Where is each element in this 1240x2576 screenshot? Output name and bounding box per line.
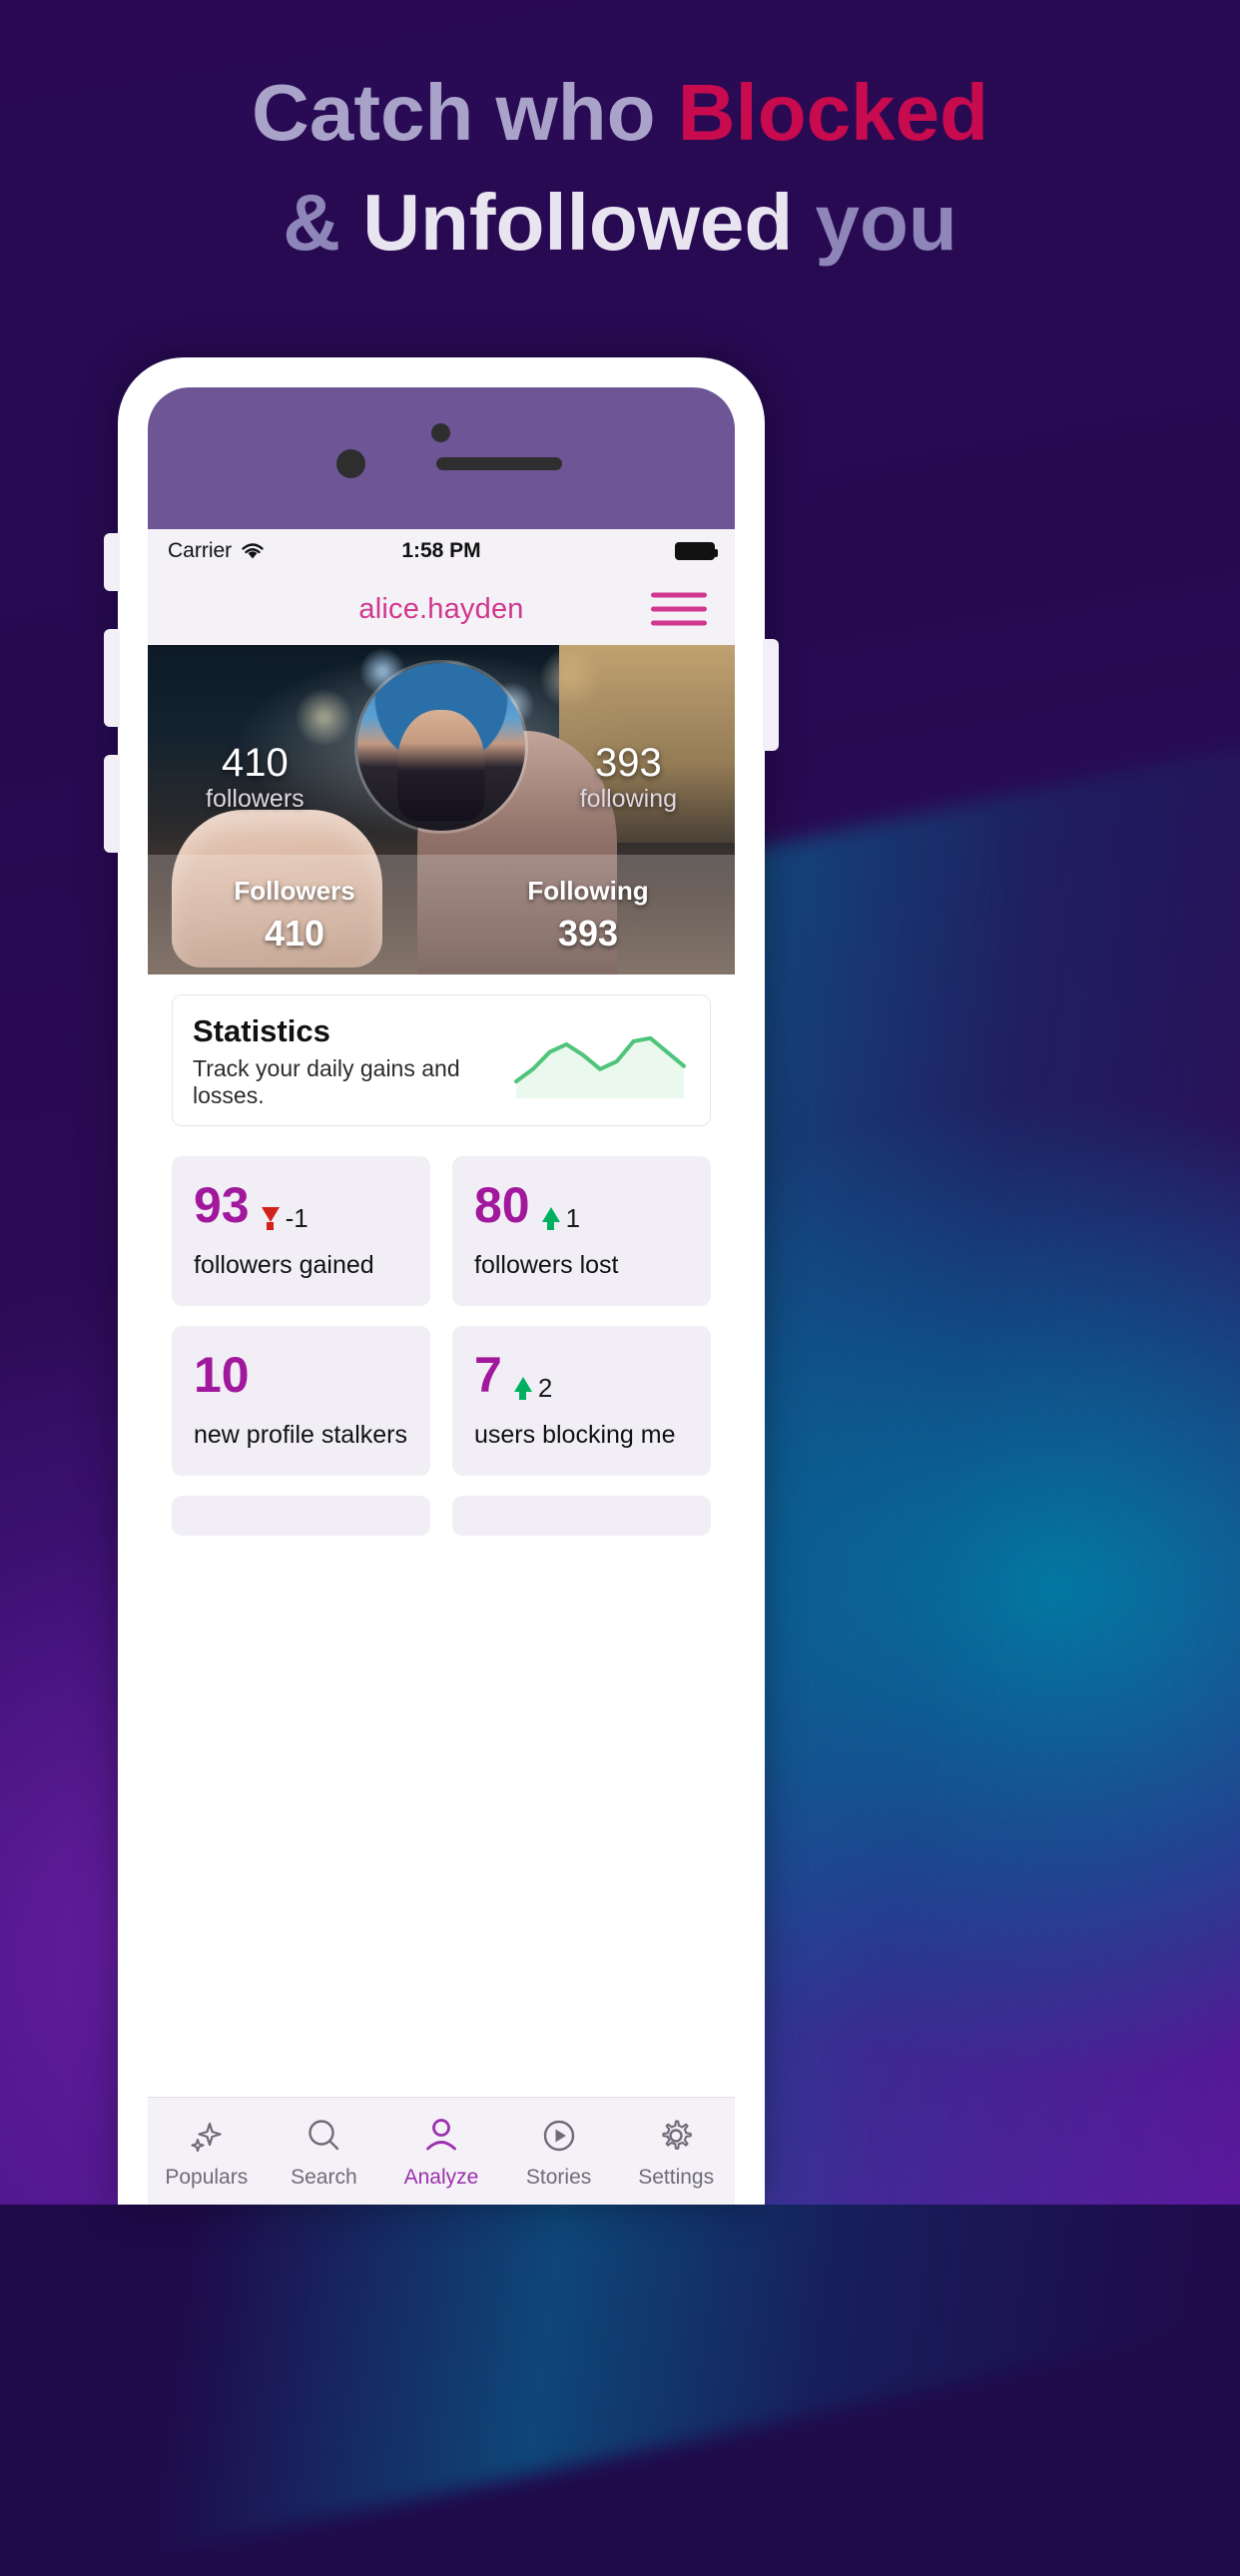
- headline-text-unfollowed: Unfollowed: [362, 177, 794, 267]
- hero-followers-stat[interactable]: 410 followers: [206, 741, 305, 814]
- stat-value: 80: [474, 1177, 530, 1233]
- phone-mockup: Carrier 1:58 PM alice.hayden 410 followe…: [104, 357, 779, 2205]
- headline-text-you: you: [793, 177, 957, 267]
- hamburger-line: [651, 606, 707, 612]
- hero-followers-count: 410: [221, 741, 289, 785]
- arrow-up-icon: [513, 1377, 532, 1400]
- tab-stories[interactable]: Stories: [500, 2098, 618, 2205]
- tab-label: Stories: [525, 2165, 592, 2189]
- battery-full-icon: [675, 542, 718, 560]
- sparkles-icon: [186, 2114, 228, 2158]
- hero-followers-label: followers: [206, 785, 305, 813]
- status-bar-left: Carrier: [168, 539, 266, 563]
- hero-following-stat[interactable]: 393 following: [580, 741, 677, 814]
- earpiece-speaker: [436, 457, 562, 470]
- stat-card-partial-right[interactable]: [452, 1496, 711, 1536]
- analyze-content: Statistics Track your daily gains and lo…: [148, 974, 735, 2205]
- status-bar: Carrier 1:58 PM: [148, 529, 735, 573]
- headline-text-blocked: Blocked: [677, 68, 988, 157]
- stat-card-top: 80 1: [474, 1180, 689, 1234]
- bottom-tab-bar: Populars Search Analyze Stories Settings: [148, 2097, 735, 2205]
- arrow-down-icon: [261, 1207, 280, 1230]
- phone-volume-down-button[interactable]: [104, 755, 120, 853]
- gear-icon: [655, 2114, 697, 2158]
- stat-label: followers gained: [194, 1251, 374, 1279]
- proximity-sensor-icon: [336, 449, 365, 478]
- tab-populars[interactable]: Populars: [148, 2098, 266, 2205]
- person-icon: [420, 2114, 462, 2158]
- stat-label: new profile stalkers: [194, 1421, 407, 1449]
- statistics-sparkline-chart: [514, 1035, 686, 1098]
- stat-delta-value: -1: [285, 1203, 309, 1233]
- phone-power-button[interactable]: [763, 639, 779, 751]
- phone-volume-up-button[interactable]: [104, 629, 120, 727]
- promo-headline: Catch who Blocked & Unfollowed you: [0, 72, 1240, 263]
- stat-label: users blocking me: [474, 1421, 676, 1449]
- stat-card-users-blocking-me[interactable]: 7 2 users blocking me: [452, 1326, 711, 1476]
- profile-avatar[interactable]: [357, 663, 525, 831]
- hero-summary-following-title: Following: [527, 875, 649, 906]
- hamburger-line: [651, 592, 707, 598]
- stat-card-partial-left[interactable]: [172, 1496, 430, 1536]
- stat-value: 93: [194, 1177, 250, 1233]
- stat-card-top: 10: [194, 1350, 408, 1400]
- stat-card-followers-gained[interactable]: 93 -1 followers gained: [172, 1156, 430, 1306]
- tab-label: Settings: [638, 2165, 715, 2189]
- app-screen: Carrier 1:58 PM alice.hayden 410 followe…: [148, 529, 735, 2205]
- stat-value: 7: [474, 1347, 502, 1403]
- hero-summary-followers-title: Followers: [234, 875, 355, 906]
- headline-line-2: & Unfollowed you: [0, 181, 1240, 264]
- tab-analyze[interactable]: Analyze: [382, 2098, 500, 2205]
- profile-hero-banner: 410 followers 393 following Followers 41…: [148, 645, 735, 974]
- arrow-up-icon: [541, 1207, 560, 1230]
- hero-following-count: 393: [594, 741, 662, 785]
- tab-label: Populars: [165, 2165, 249, 2189]
- account-username[interactable]: alice.hayden: [358, 593, 523, 626]
- statistics-card-text: Statistics Track your daily gains and lo…: [193, 1013, 510, 1109]
- stat-delta: 2: [513, 1373, 553, 1404]
- hero-summary-followers[interactable]: Followers 410: [148, 855, 441, 974]
- stat-card-top: 7 2: [474, 1350, 689, 1404]
- phone-bezel: Carrier 1:58 PM alice.hayden 410 followe…: [148, 387, 735, 2205]
- hamburger-menu-icon[interactable]: [651, 592, 707, 626]
- stats-grid: 93 -1 followers gained 80 1 followers lo…: [172, 1156, 711, 1536]
- hero-summary-following[interactable]: Following 393: [441, 855, 735, 974]
- stat-delta: -1: [261, 1203, 309, 1234]
- stat-label: followers lost: [474, 1251, 619, 1279]
- tab-label: Search: [291, 2165, 357, 2189]
- statistics-subtitle: Track your daily gains and losses.: [193, 1055, 460, 1108]
- hero-summary-following-value: 393: [557, 912, 619, 954]
- wifi-icon: [242, 543, 264, 559]
- hamburger-line: [651, 620, 707, 626]
- hero-summary-bar: Followers 410 Following 393: [148, 855, 735, 974]
- stat-delta-value: 2: [537, 1373, 553, 1403]
- stat-card-new-profile-stalkers[interactable]: 10 new profile stalkers: [172, 1326, 430, 1476]
- app-navigation-bar: alice.hayden: [148, 573, 735, 645]
- stat-delta-value: 1: [565, 1203, 581, 1233]
- statistics-title: Statistics: [193, 1013, 330, 1048]
- tab-settings[interactable]: Settings: [617, 2098, 735, 2205]
- tab-label: Analyze: [403, 2165, 479, 2189]
- headline-line-1: Catch who Blocked: [0, 72, 1240, 154]
- phone-mute-switch[interactable]: [104, 533, 120, 591]
- headline-text-ampersand: &: [283, 177, 363, 267]
- status-bar-right: [675, 542, 718, 560]
- headline-text-catch-who: Catch who: [252, 68, 678, 157]
- hero-summary-followers-value: 410: [264, 912, 325, 954]
- statistics-card[interactable]: Statistics Track your daily gains and lo…: [172, 994, 711, 1126]
- hero-following-label: following: [579, 785, 677, 813]
- play-circle-icon: [538, 2114, 580, 2158]
- search-icon: [303, 2114, 344, 2158]
- tab-search[interactable]: Search: [266, 2098, 383, 2205]
- carrier-label: Carrier: [168, 539, 233, 562]
- stat-value: 10: [194, 1347, 250, 1403]
- stat-delta: 1: [541, 1203, 581, 1234]
- front-camera-icon: [431, 423, 450, 442]
- stat-card-followers-lost[interactable]: 80 1 followers lost: [452, 1156, 711, 1306]
- stat-card-top: 93 -1: [194, 1180, 408, 1234]
